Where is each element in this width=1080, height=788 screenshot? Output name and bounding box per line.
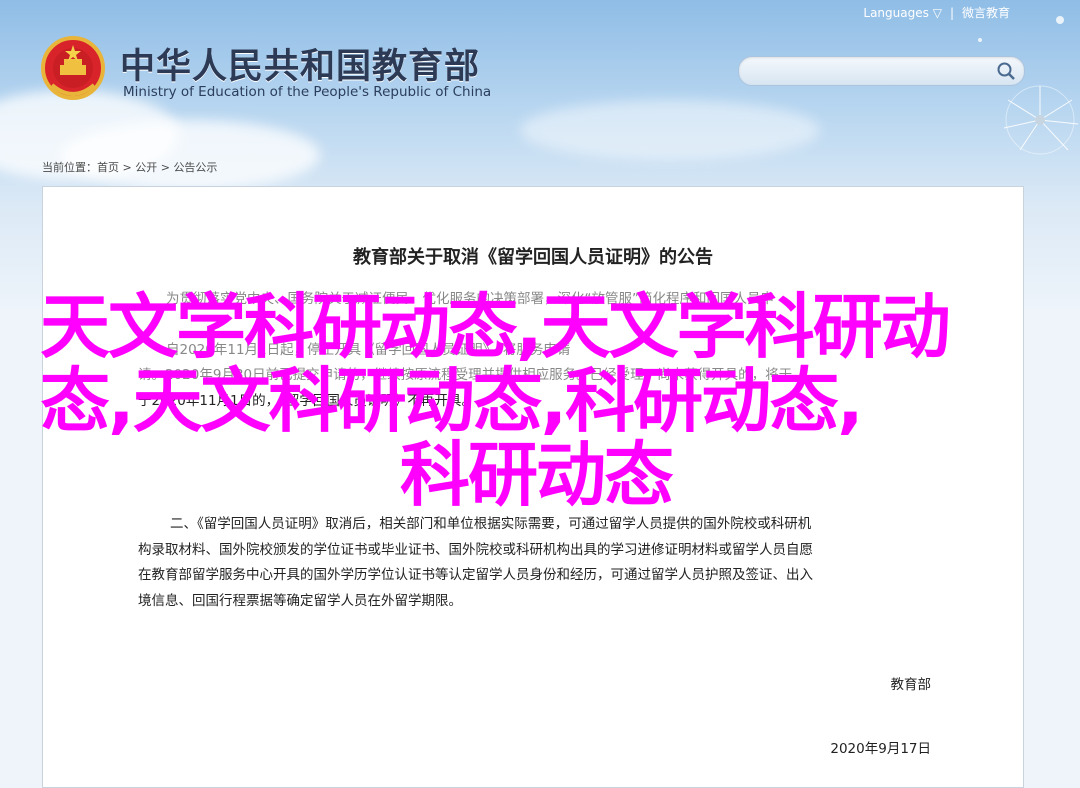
watermark-overlay-text: 天文学科研动态,天文学科研动 态,天文科研动态,科研动态, 科研动态: [40, 290, 1040, 512]
overlay-line: 态,天文科研动态,科研动态,: [40, 360, 864, 442]
separator: |: [949, 5, 954, 20]
cloud-decoration: [60, 120, 320, 190]
top-links: Languages ▽ | 微言教育: [863, 4, 1010, 21]
breadcrumb-home[interactable]: 首页: [97, 161, 119, 174]
breadcrumb-separator: >: [157, 161, 174, 174]
national-emblem-icon: [41, 36, 105, 100]
article-signature: 教育部: [890, 677, 932, 693]
article-title: 教育部关于取消《留学回国人员证明》的公告: [353, 247, 713, 268]
breadcrumb-separator: >: [119, 161, 136, 174]
search-input[interactable]: [751, 61, 995, 81]
paragraph-line: 构录取材料、国外院校颁发的学位证书或毕业证书、国外院校或科研机构出具的学习进修证…: [138, 541, 813, 558]
chevron-down-icon: ▽: [932, 5, 942, 20]
overlay-line: 科研动态: [400, 434, 674, 516]
search-box: [738, 56, 1025, 86]
breadcrumb-public[interactable]: 公开: [135, 161, 157, 174]
breadcrumb-prefix: 当前位置：: [42, 161, 97, 174]
languages-label: Languages: [863, 5, 929, 20]
dandelion-decoration: [978, 16, 1079, 155]
article-date: 2020年9月17日: [830, 741, 931, 757]
search-icon[interactable]: [996, 61, 1016, 81]
paragraph-2: 二、《留学回国人员证明》取消后，相关部门和单位根据实际需要，可通过留学人员提供的…: [138, 512, 938, 614]
paragraph-line: 在教育部留学服务中心开具的国外学历学位认证书等认定留学人员身份和经历，可通过留学…: [138, 567, 813, 583]
overlay-line: 天文学科研动态,天文学科研动: [40, 286, 951, 368]
languages-link[interactable]: Languages ▽: [863, 6, 942, 20]
breadcrumb-notices[interactable]: 公告公示: [173, 161, 217, 174]
site-title: 中华人民共和国教育部: [120, 47, 481, 87]
breadcrumb: 当前位置：首页 > 公开 > 公告公示: [42, 159, 217, 175]
weibo-link[interactable]: 微言教育: [962, 4, 1010, 21]
cloud-decoration: [520, 100, 820, 160]
site-subtitle: Ministry of Education of the People's Re…: [123, 84, 492, 100]
paragraph-line: 境信息、回国行程票据等确定留学人员在外留学期限。: [138, 592, 462, 609]
